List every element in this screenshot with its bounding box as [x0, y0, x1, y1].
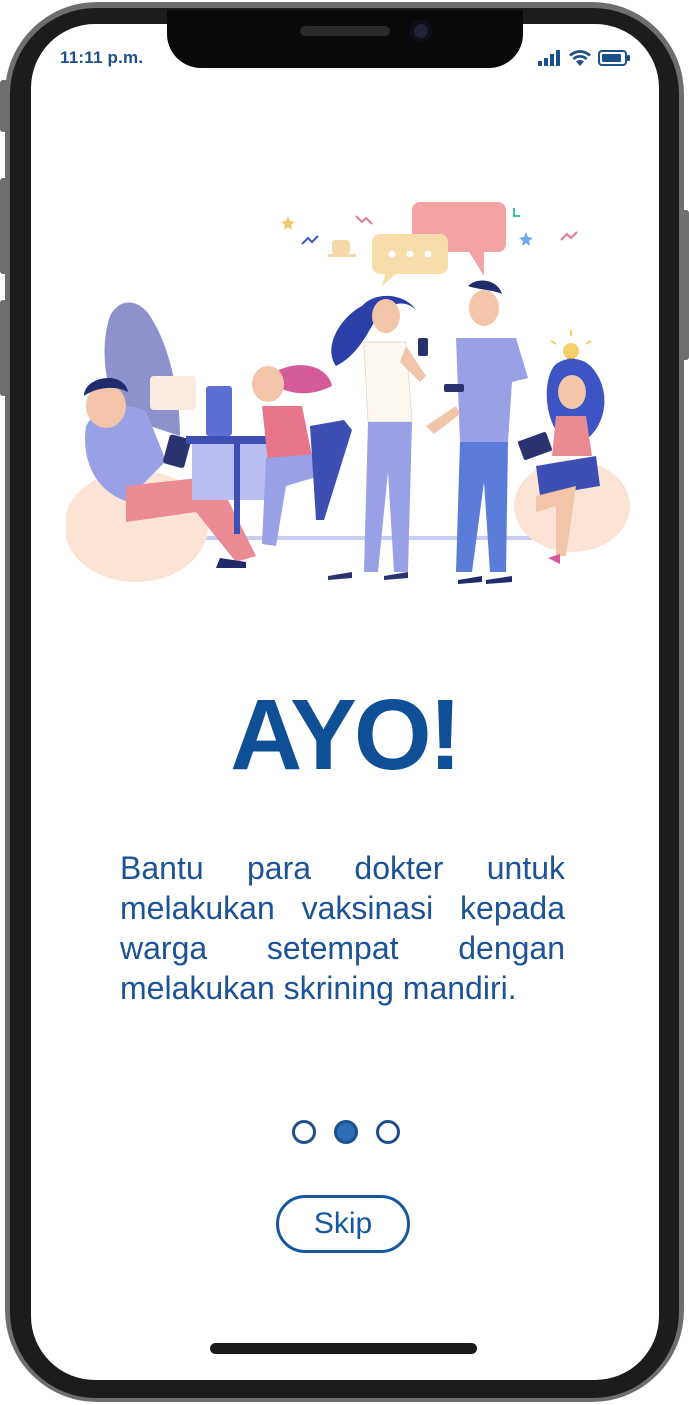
- skip-button[interactable]: Skip: [276, 1195, 410, 1253]
- pagination-dot-1[interactable]: [292, 1120, 316, 1144]
- front-camera: [410, 20, 432, 42]
- speaker: [300, 26, 390, 36]
- battery-icon: [598, 50, 630, 66]
- team-collaboration-illustration: [66, 202, 630, 584]
- signal-icon: [538, 50, 560, 66]
- onboarding-headline: AYO!: [230, 679, 462, 791]
- pagination-dots: [292, 1120, 400, 1144]
- wifi-icon: [569, 50, 591, 66]
- pagination-dot-2-active[interactable]: [334, 1120, 358, 1144]
- side-button-left-2: [0, 178, 8, 274]
- side-button-left-1: [0, 80, 8, 132]
- notch: [167, 10, 523, 68]
- side-button-right: [681, 210, 689, 360]
- side-button-left-3: [0, 300, 8, 396]
- status-icons: [538, 46, 630, 66]
- pagination-dot-3[interactable]: [376, 1120, 400, 1144]
- onboarding-description: Bantu para dokter untuk melakukan vaksin…: [120, 850, 565, 1006]
- status-time: 11:11 p.m.: [60, 48, 144, 67]
- home-indicator[interactable]: [210, 1343, 477, 1354]
